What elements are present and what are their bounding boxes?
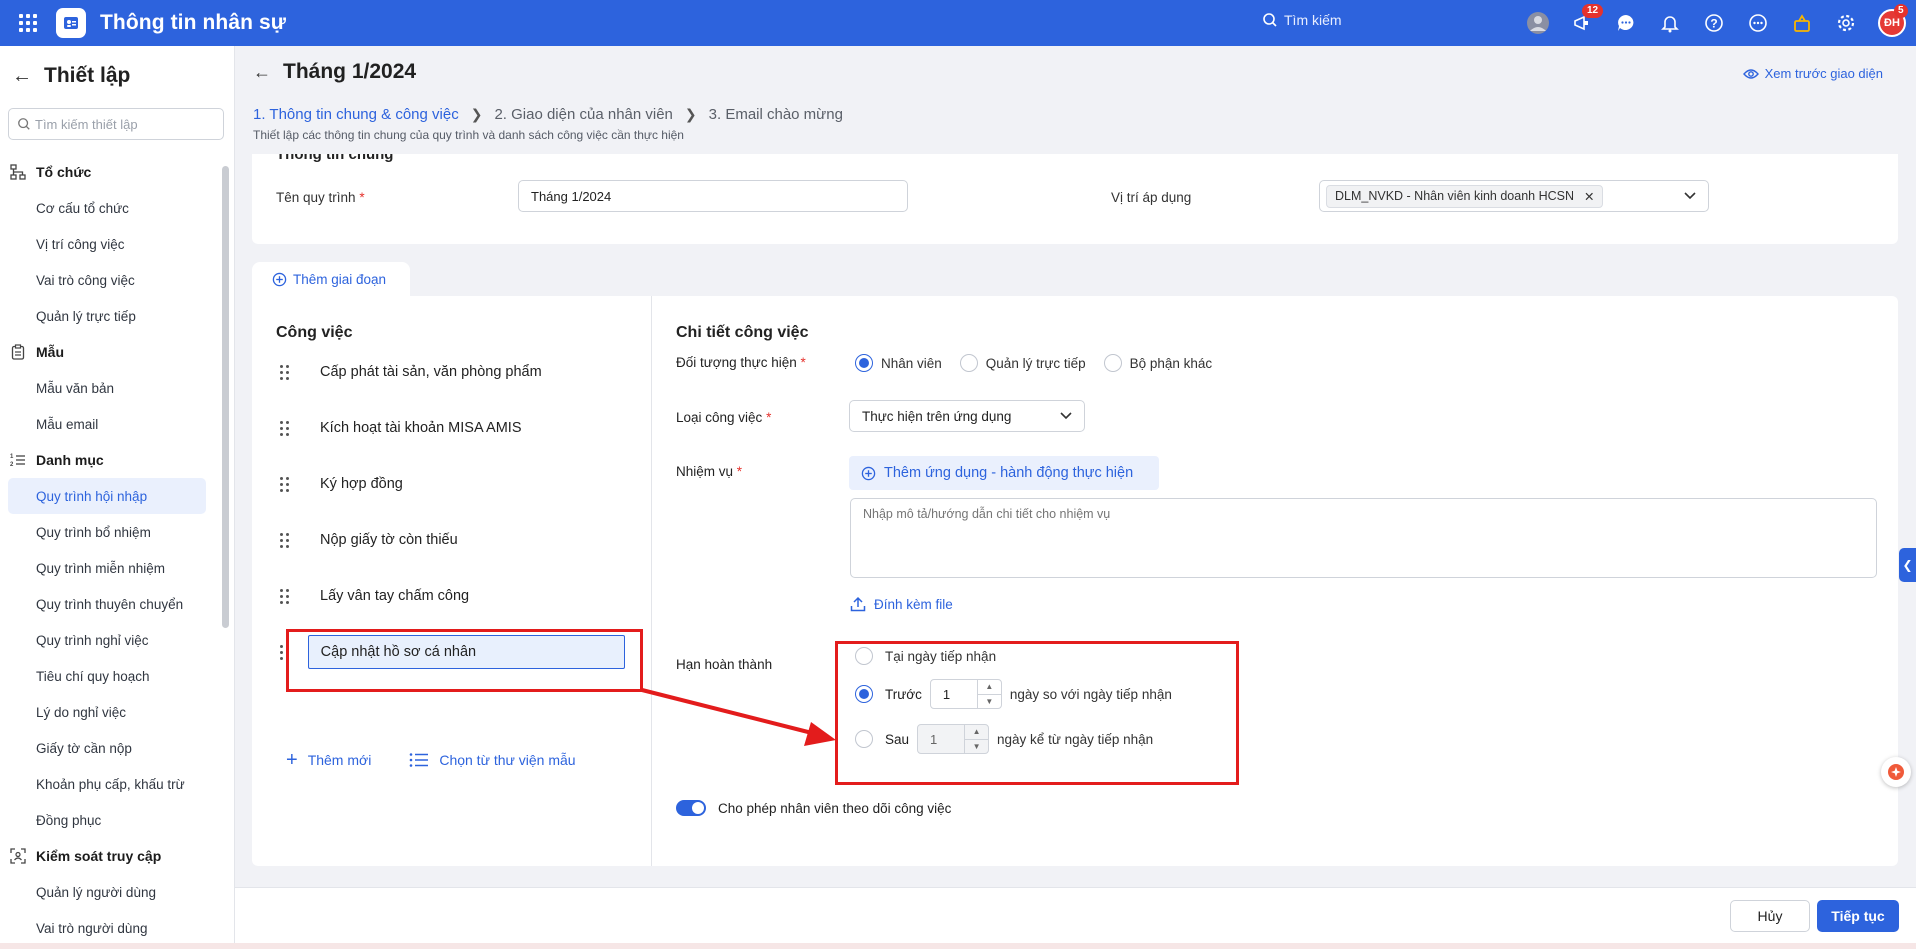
- assistant-float-button[interactable]: [1881, 757, 1911, 787]
- bottom-edge: [0, 943, 1916, 949]
- chevron-left-icon: ❮: [1902, 558, 1913, 572]
- assistant-icon: [1888, 764, 1904, 780]
- continue-button[interactable]: Tiếp tục: [1817, 900, 1899, 932]
- collapse-panel-tab[interactable]: ❮: [1899, 548, 1916, 582]
- annotation-arrow-icon: [641, 688, 836, 746]
- footer-bar: Hủy Tiếp tục: [235, 887, 1916, 943]
- cancel-button[interactable]: Hủy: [1730, 900, 1810, 932]
